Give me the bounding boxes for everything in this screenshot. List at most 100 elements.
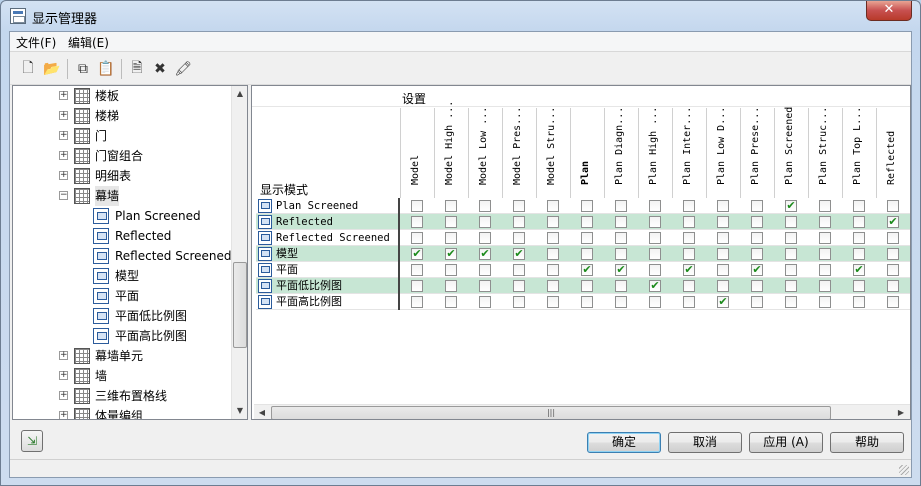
display-checkbox[interactable]: [785, 264, 797, 276]
paste-icon[interactable]: 📋: [96, 59, 116, 79]
display-checkbox[interactable]: [785, 280, 797, 292]
open-icon[interactable]: 📂: [42, 59, 62, 79]
display-checkbox[interactable]: [751, 296, 763, 308]
display-checkbox[interactable]: [887, 264, 899, 276]
display-checkbox[interactable]: [751, 248, 763, 260]
display-checkbox[interactable]: [785, 248, 797, 260]
display-checkbox[interactable]: ✔: [649, 280, 661, 292]
display-checkbox[interactable]: [853, 232, 865, 244]
display-checkbox[interactable]: ✔: [785, 200, 797, 212]
display-checkbox[interactable]: [853, 200, 865, 212]
display-checkbox[interactable]: [683, 200, 695, 212]
expand-icon[interactable]: +: [59, 171, 68, 180]
display-checkbox[interactable]: ✔: [751, 264, 763, 276]
display-checkbox[interactable]: [513, 200, 525, 212]
display-checkbox[interactable]: [479, 232, 491, 244]
display-checkbox[interactable]: ✔: [887, 216, 899, 228]
collapse-icon[interactable]: −: [59, 191, 68, 200]
column-header[interactable]: Plan High ...: [638, 107, 672, 198]
display-checkbox[interactable]: [649, 216, 661, 228]
display-checkbox[interactable]: [887, 200, 899, 212]
column-header[interactable]: Plan Low D...: [706, 107, 740, 198]
delete-icon[interactable]: ✖: [150, 59, 170, 79]
tree-node[interactable]: 模型: [13, 266, 231, 286]
cancel-button[interactable]: 取消: [668, 432, 742, 453]
tree-node[interactable]: + 楼梯: [13, 106, 231, 126]
display-checkbox[interactable]: [445, 296, 457, 308]
display-checkbox[interactable]: [683, 232, 695, 244]
display-checkbox[interactable]: [411, 200, 423, 212]
display-checkbox[interactable]: [785, 296, 797, 308]
display-checkbox[interactable]: [717, 280, 729, 292]
display-checkbox[interactable]: [581, 248, 593, 260]
close-button[interactable]: ✕: [866, 1, 912, 21]
display-checkbox[interactable]: [445, 216, 457, 228]
expand-icon[interactable]: +: [59, 411, 68, 419]
display-checkbox[interactable]: [479, 280, 491, 292]
title-bar[interactable]: 显示管理器 ✕: [1, 1, 920, 31]
display-checkbox[interactable]: [785, 232, 797, 244]
display-checkbox[interactable]: [887, 280, 899, 292]
style-tree[interactable]: + 楼板 + 楼梯 + 门 + 门窗组合 + 明细表 − 幕墙 Plan Screened Reflect…: [12, 85, 248, 420]
display-checkbox[interactable]: [751, 232, 763, 244]
display-checkbox[interactable]: ✔: [615, 264, 627, 276]
display-checkbox[interactable]: [615, 280, 627, 292]
scroll-down-arrow-icon[interactable]: ▼: [232, 403, 247, 419]
display-checkbox[interactable]: [683, 280, 695, 292]
scroll-right-arrow-icon[interactable]: ▶: [893, 405, 909, 419]
display-checkbox[interactable]: [547, 216, 559, 228]
column-header[interactable]: Plan Diagn...: [604, 107, 638, 198]
display-checkbox[interactable]: [717, 216, 729, 228]
expand-icon[interactable]: +: [59, 131, 68, 140]
menu-edit[interactable]: 编辑(E): [68, 34, 109, 51]
display-checkbox[interactable]: [819, 280, 831, 292]
display-checkbox[interactable]: [615, 232, 627, 244]
display-checkbox[interactable]: [785, 216, 797, 228]
display-checkbox[interactable]: [411, 232, 423, 244]
tree-node[interactable]: + 门窗组合: [13, 146, 231, 166]
display-checkbox[interactable]: [581, 296, 593, 308]
display-checkbox[interactable]: [411, 296, 423, 308]
display-checkbox[interactable]: [513, 296, 525, 308]
tree-node[interactable]: Plan Screened: [13, 206, 231, 226]
display-checkbox[interactable]: [751, 200, 763, 212]
display-checkbox[interactable]: [547, 248, 559, 260]
column-header[interactable]: Reflected: [876, 108, 910, 198]
display-checkbox[interactable]: [717, 264, 729, 276]
expand-icon[interactable]: +: [59, 91, 68, 100]
display-checkbox[interactable]: [615, 296, 627, 308]
new-icon[interactable]: 🗋: [18, 59, 38, 79]
display-checkbox[interactable]: ✔: [853, 264, 865, 276]
tree-node[interactable]: 平面低比例图: [13, 306, 231, 326]
display-checkbox[interactable]: [887, 248, 899, 260]
column-header[interactable]: Model Low ...: [468, 107, 502, 198]
tree-node[interactable]: + 门: [13, 126, 231, 146]
display-checkbox[interactable]: [513, 216, 525, 228]
ok-button[interactable]: 确定: [587, 432, 661, 453]
column-header[interactable]: Model Stru...: [536, 107, 570, 198]
tree-node[interactable]: 平面: [13, 286, 231, 306]
column-header[interactable]: Plan: [570, 108, 604, 198]
display-checkbox[interactable]: [479, 296, 491, 308]
display-checkbox[interactable]: [547, 200, 559, 212]
tree-node[interactable]: + 楼板: [13, 86, 231, 106]
display-checkbox[interactable]: [615, 216, 627, 228]
display-checkbox[interactable]: [445, 232, 457, 244]
display-checkbox[interactable]: [411, 264, 423, 276]
display-checkbox[interactable]: [819, 248, 831, 260]
display-checkbox[interactable]: ✔: [581, 264, 593, 276]
column-header[interactable]: Model: [400, 108, 434, 198]
display-checkbox[interactable]: ✔: [513, 248, 525, 260]
display-checkbox[interactable]: [445, 264, 457, 276]
display-checkbox[interactable]: [683, 296, 695, 308]
tree-node[interactable]: + 明细表: [13, 166, 231, 186]
display-checkbox[interactable]: [547, 232, 559, 244]
display-checkbox[interactable]: [717, 248, 729, 260]
column-header[interactable]: Plan Screened: [774, 107, 808, 198]
display-checkbox[interactable]: [683, 216, 695, 228]
scroll-up-arrow-icon[interactable]: ▲: [232, 86, 247, 102]
expand-icon[interactable]: +: [59, 351, 68, 360]
new-item-icon[interactable]: 🗎: [127, 59, 147, 79]
display-checkbox[interactable]: [717, 200, 729, 212]
copy-icon[interactable]: ⧉: [73, 59, 93, 79]
